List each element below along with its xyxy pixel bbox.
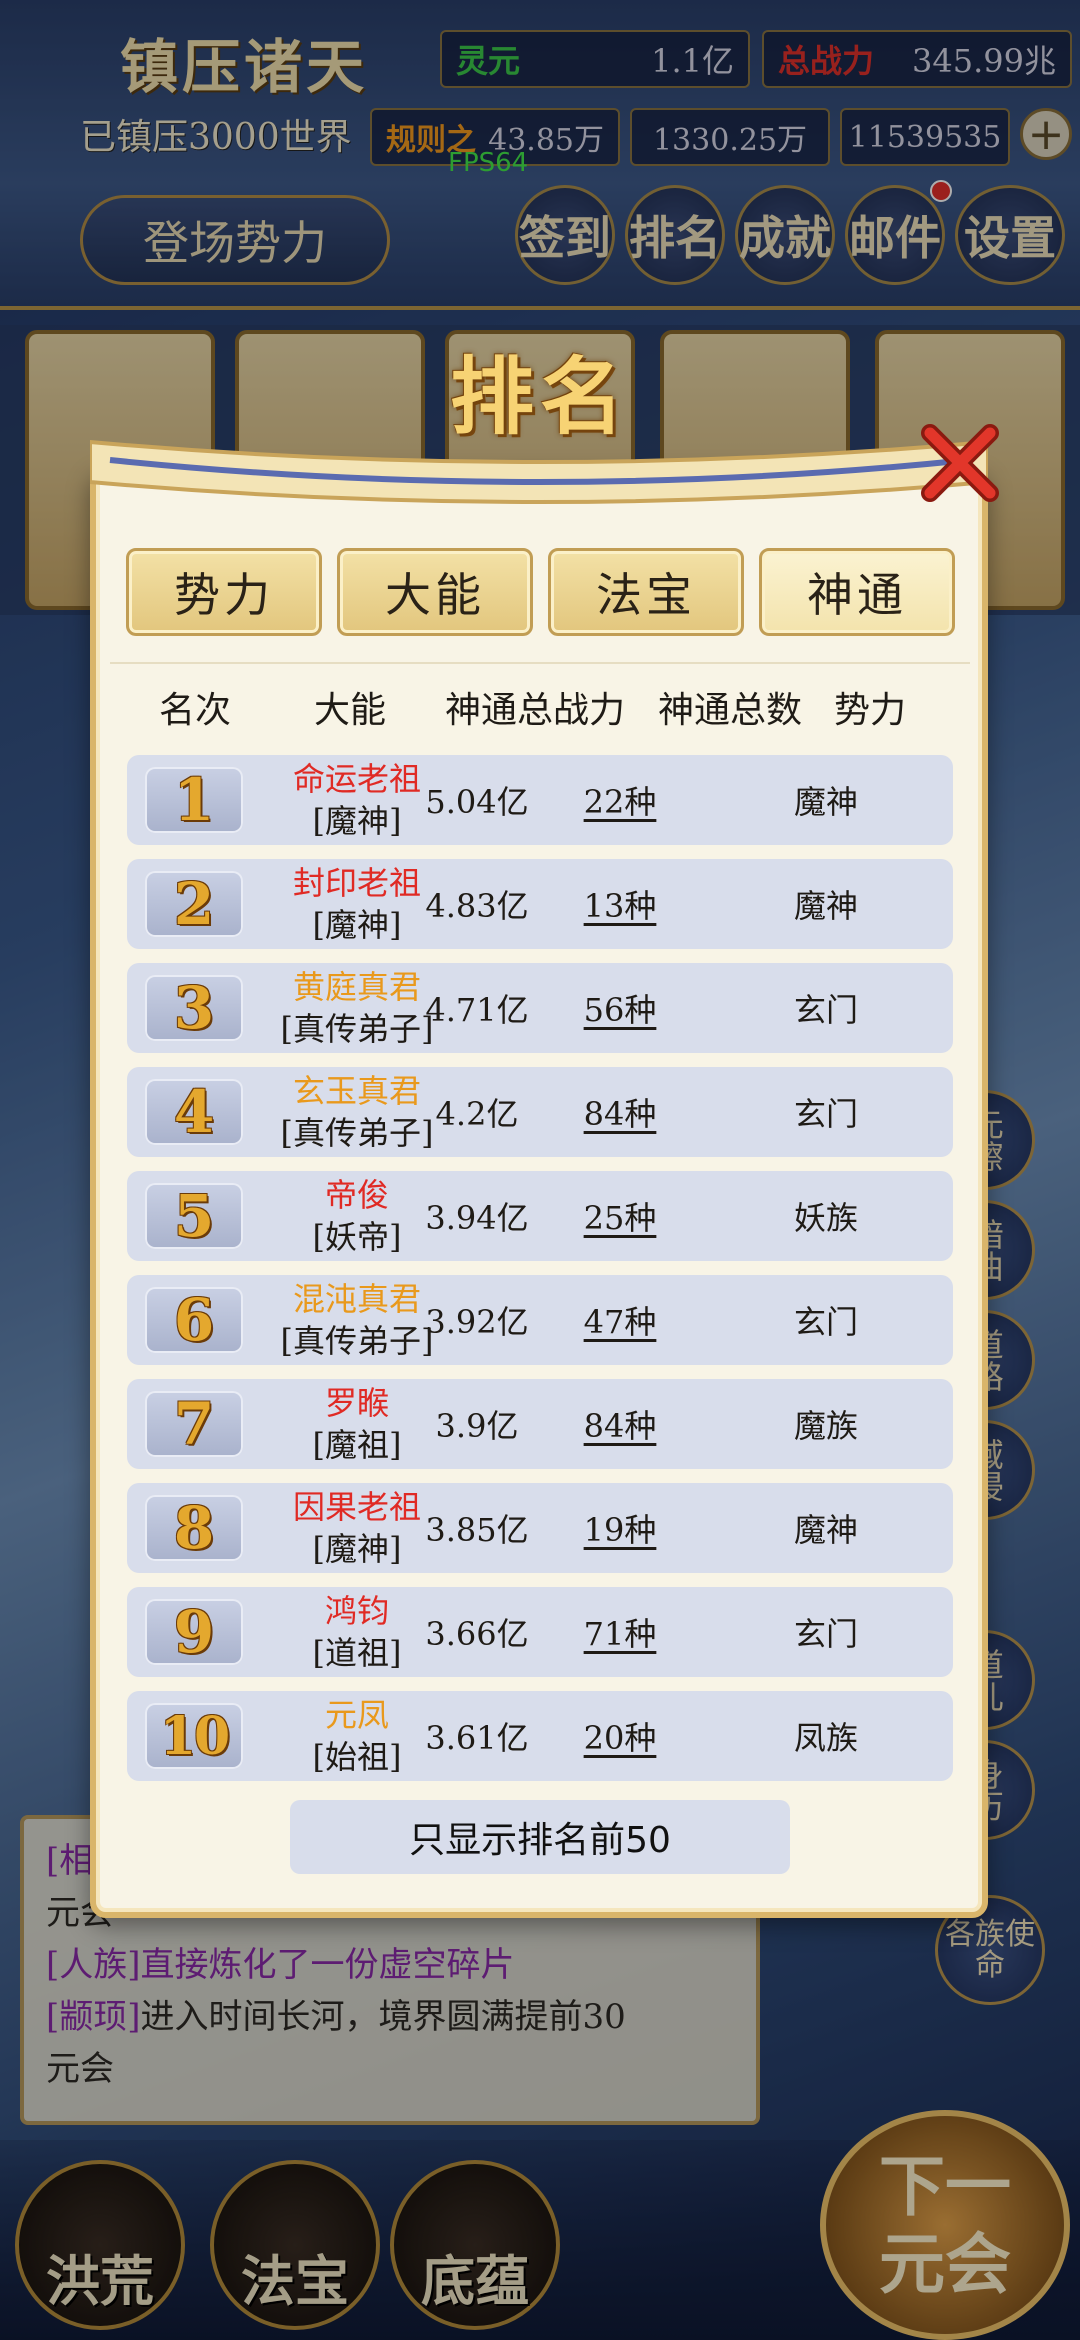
count-link[interactable]: 84种 [485, 1067, 755, 1157]
tab-great-power[interactable]: 大能 [337, 548, 533, 636]
count-link[interactable]: 47种 [485, 1275, 755, 1365]
rank-badge: 4 [145, 1078, 243, 1146]
rank-badge: 9 [145, 1598, 243, 1666]
faction-cell: 玄门 [793, 1615, 858, 1653]
table-row[interactable]: 2 封印老祖 [魔神] 4.83亿 13种 魔神 [127, 859, 953, 949]
table-row[interactable]: 1 命运老祖 [魔神] 5.04亿 22种 魔神 [127, 755, 953, 845]
rank-badge: 2 [145, 870, 243, 938]
table-row[interactable]: 4 玄玉真君 [真传弟子] 4.2亿 84种 玄门 [127, 1067, 953, 1157]
faction-cell: 玄门 [793, 1303, 858, 1341]
faction-cell: 魔神 [793, 783, 858, 821]
count-link[interactable]: 19种 [485, 1483, 755, 1573]
rank-badge: 1 [145, 766, 243, 834]
tab-treasure[interactable]: 法宝 [548, 548, 744, 636]
tab-supernatural[interactable]: 神通 [759, 548, 955, 636]
table-row[interactable]: 9 鸿钧 [道祖] 3.66亿 71种 玄门 [127, 1587, 953, 1677]
tab-faction[interactable]: 势力 [126, 548, 322, 636]
column-header-name: 大能 [313, 690, 386, 731]
faction-cell: 玄门 [793, 991, 858, 1029]
table-row[interactable]: 3 黄庭真君 [真传弟子] 4.71亿 56种 玄门 [127, 963, 953, 1053]
table-row[interactable]: 8 因果老祖 [魔神] 3.85亿 19种 魔神 [127, 1483, 953, 1573]
table-row[interactable]: 6 混沌真君 [真传弟子] 3.92亿 47种 玄门 [127, 1275, 953, 1365]
top50-note: 只显示排名前50 [290, 1800, 790, 1874]
faction-cell: 玄门 [793, 1095, 858, 1133]
column-header-count: 神通总数 [657, 690, 802, 731]
rank-badge: 6 [145, 1286, 243, 1354]
count-link[interactable]: 20种 [485, 1691, 755, 1781]
count-link[interactable]: 22种 [485, 755, 755, 845]
close-button[interactable] [915, 418, 1005, 508]
count-link[interactable]: 71种 [485, 1587, 755, 1677]
faction-cell: 凤族 [793, 1719, 858, 1757]
count-link[interactable]: 84种 [485, 1379, 755, 1469]
column-header-power: 神通总战力 [444, 690, 625, 731]
table-row[interactable]: 10 元凤 [始祖] 3.61亿 20种 凤族 [127, 1691, 953, 1781]
rank-badge: 7 [145, 1390, 243, 1458]
count-link[interactable]: 56种 [485, 963, 755, 1053]
rank-badge: 8 [145, 1494, 243, 1562]
rank-badge: 5 [145, 1182, 243, 1250]
column-header-faction: 势力 [833, 690, 906, 731]
count-link[interactable]: 25种 [485, 1171, 755, 1261]
table-row[interactable]: 7 罗睺 [魔祖] 3.9亿 84种 魔族 [127, 1379, 953, 1469]
rank-badge: 10 [145, 1703, 243, 1769]
faction-cell: 魔神 [793, 1511, 858, 1549]
tab-divider [110, 662, 970, 664]
faction-cell: 魔神 [793, 887, 858, 925]
close-icon [921, 424, 999, 502]
faction-cell: 魔族 [793, 1407, 858, 1445]
column-header-rank: 名次 [158, 690, 231, 731]
table-row[interactable]: 5 帝俊 [妖帝] 3.94亿 25种 妖族 [127, 1171, 953, 1261]
modal-title: 排名 [449, 346, 630, 446]
rank-badge: 3 [145, 974, 243, 1042]
count-link[interactable]: 13种 [485, 859, 755, 949]
faction-cell: 妖族 [793, 1199, 858, 1237]
